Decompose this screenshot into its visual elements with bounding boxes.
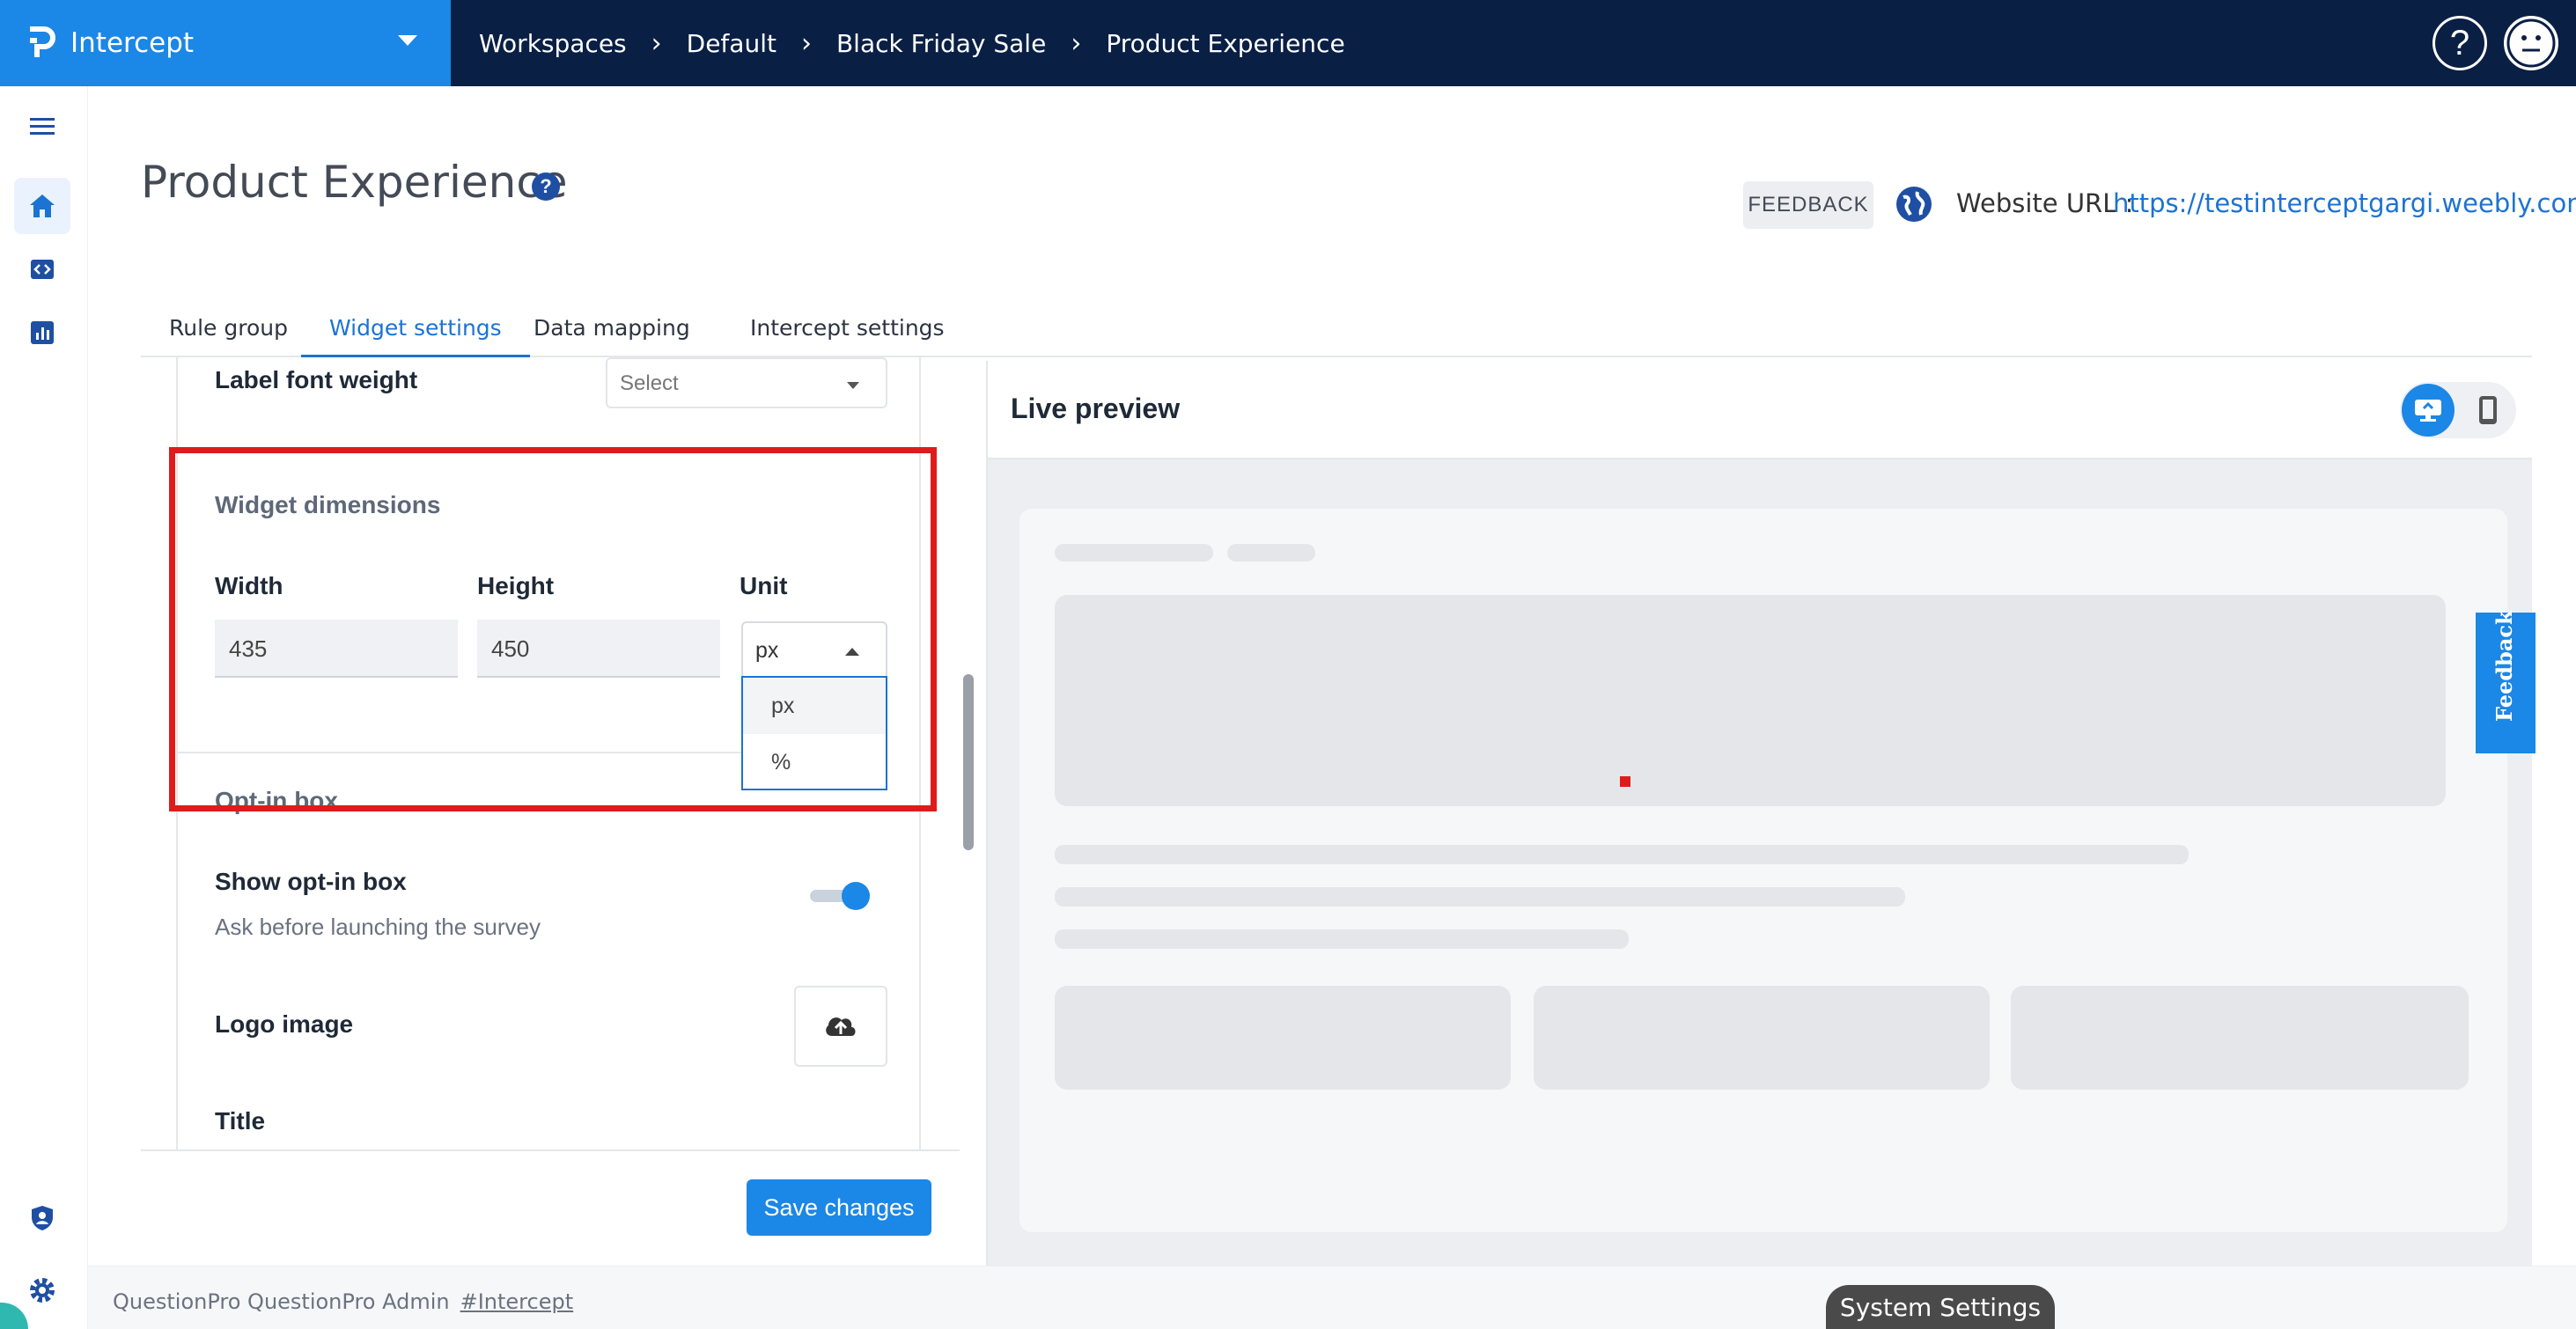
breadcrumb-workspaces[interactable]: Workspaces (479, 29, 627, 58)
menu-icon[interactable] (14, 99, 70, 155)
red-marker (1620, 776, 1630, 787)
save-changes-button[interactable]: Save changes (747, 1179, 931, 1236)
breadcrumb-black-friday-sale[interactable]: Black Friday Sale (836, 29, 1046, 58)
settings-tabs: Rule group Widget settings Data mapping … (141, 299, 2532, 357)
system-settings-button[interactable]: System Settings (1826, 1285, 2055, 1329)
preview-page-mock: Feedback (1019, 509, 2536, 1232)
footer: QuestionPro QuestionPro Admin #Intercept (88, 1266, 2576, 1329)
label-font-weight-select[interactable]: Select (606, 357, 887, 408)
desktop-icon[interactable] (2402, 384, 2455, 437)
avatar-icon[interactable] (2504, 16, 2558, 70)
device-toggle (2400, 382, 2516, 438)
tab-data-mapping[interactable]: Data mapping (505, 299, 718, 357)
footer-intercept-link[interactable]: #Intercept (460, 1289, 574, 1314)
mobile-icon[interactable] (2465, 387, 2511, 433)
logo-image-label: Logo image (215, 1010, 354, 1038)
shield-user-icon[interactable] (14, 1190, 70, 1246)
tab-rule-group[interactable]: Rule group (141, 299, 316, 357)
live-preview-area: Feedback (986, 459, 2536, 1266)
skeleton-line (1055, 929, 1629, 949)
home-icon[interactable] (14, 178, 70, 234)
tab-widget-settings[interactable]: Widget settings (301, 299, 530, 357)
label-font-weight-placeholder: Select (620, 371, 679, 395)
skeleton-line (1227, 544, 1315, 562)
preview-feedback-label: Feedback (2491, 610, 2517, 722)
chevron-down-icon (398, 35, 417, 46)
left-rail (0, 86, 88, 1329)
widget-dimensions-highlight (169, 447, 937, 811)
show-opt-in-label: Show opt-in box (215, 868, 407, 895)
chart-icon[interactable] (14, 305, 70, 361)
settings-scrollbar[interactable] (963, 674, 974, 850)
preview-feedback-tab[interactable]: Feedback (2476, 610, 2536, 753)
show-opt-in-description: Ask before launching the survey (215, 914, 541, 940)
gear-icon[interactable] (14, 1262, 70, 1318)
tab-intercept-settings[interactable]: Intercept settings (722, 299, 973, 357)
skeleton-card (2011, 986, 2469, 1090)
app-name: Intercept (70, 27, 195, 59)
skeleton-line (1055, 887, 1905, 907)
footer-text: QuestionPro QuestionPro Admin #Intercept (113, 1289, 573, 1314)
questionpro-logo-icon (26, 26, 56, 61)
skeleton-card (1055, 986, 1511, 1090)
feedback-button[interactable]: FEEDBACK (1743, 181, 1873, 229)
website-url-link[interactable]: https://testinterceptgargi.weebly.com (2113, 188, 2576, 218)
live-preview-title: Live preview (1011, 393, 1181, 424)
skeleton-card (1534, 986, 1990, 1090)
skeleton-line (1055, 845, 2189, 864)
globe-icon (1895, 185, 1933, 224)
skeleton-line (1055, 544, 1213, 562)
breadcrumb: Workspaces › Default › Black Friday Sale… (479, 0, 1345, 86)
panel-bottom-divider (141, 1149, 960, 1151)
help-icon[interactable]: ? (2432, 16, 2487, 70)
breadcrumb-product-experience: Product Experience (1106, 28, 1345, 58)
show-opt-in-toggle[interactable] (810, 882, 870, 910)
help-icon[interactable]: ? (532, 173, 560, 201)
cloud-upload-icon (826, 1017, 856, 1036)
chevron-right-icon: › (651, 27, 662, 59)
skeleton-banner (1055, 595, 2446, 806)
top-bar: Intercept Workspaces › Default › Black F… (0, 0, 2576, 86)
label-font-weight-label: Label font weight (215, 366, 418, 393)
toggle-knob (842, 882, 870, 910)
website-url-label: Website URL : (1956, 188, 2134, 218)
caret-down-icon (847, 382, 859, 389)
chevron-right-icon: › (1071, 27, 1082, 59)
footer-brand: QuestionPro QuestionPro Admin (113, 1289, 450, 1314)
breadcrumb-default[interactable]: Default (687, 29, 776, 58)
app-switcher[interactable]: Intercept (0, 0, 451, 86)
live-preview-header: Live preview (986, 361, 2532, 459)
code-icon[interactable] (14, 241, 70, 297)
page-title: Product Experience (141, 157, 568, 208)
chevron-right-icon: › (800, 27, 812, 59)
logo-upload-button[interactable] (794, 986, 887, 1067)
title-field-label: Title (215, 1107, 266, 1134)
